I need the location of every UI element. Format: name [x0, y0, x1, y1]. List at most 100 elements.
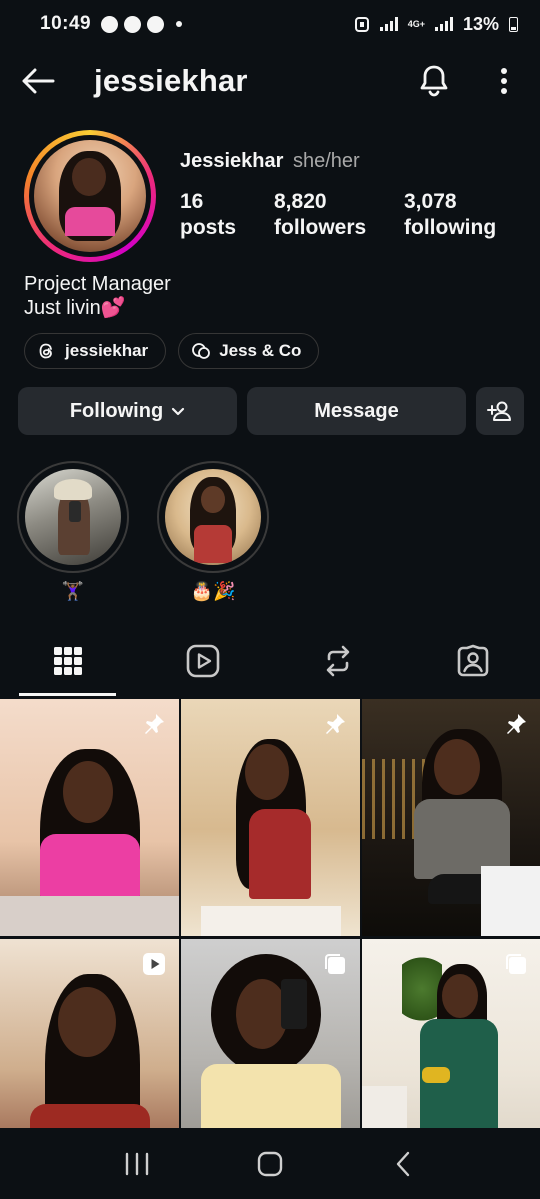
- followers-label: followers: [274, 216, 367, 239]
- snapchat-icon: [101, 15, 119, 33]
- message-button[interactable]: Message: [247, 387, 466, 435]
- recent-apps-button[interactable]: [107, 1139, 167, 1189]
- following-button[interactable]: Following: [18, 387, 237, 435]
- highlight-dress-shape: [193, 524, 233, 564]
- post-figure-face: [442, 974, 478, 1018]
- tab-tagged[interactable]: [405, 630, 540, 692]
- bio-line: Just livin💕: [24, 297, 126, 319]
- chevron-down-icon: [172, 407, 185, 415]
- posts-stat[interactable]: 16 posts: [180, 189, 274, 241]
- following-count: 3,078: [404, 190, 457, 213]
- post-figure-face: [245, 744, 289, 800]
- post-bench-shape: [201, 906, 341, 936]
- avatar-face-shape: [72, 157, 106, 196]
- system-navigation-bar: [0, 1128, 540, 1199]
- profile-bio: Project Manager Just livin💕: [24, 272, 171, 320]
- profile-links: jessiekhar Jess & Co: [24, 333, 320, 369]
- tab-posts[interactable]: [0, 630, 135, 696]
- bell-icon: [420, 65, 448, 97]
- profile-actions: Following Message: [18, 387, 524, 435]
- channel-name: Jess & Co: [219, 341, 302, 360]
- post-thumbnail[interactable]: [181, 699, 360, 936]
- carousel-icon: [503, 951, 529, 977]
- threads-handle: jessiekhar: [65, 341, 149, 360]
- more-options-button[interactable]: [486, 61, 522, 101]
- highlight-face-shape: [201, 486, 225, 514]
- profile-avatar[interactable]: [24, 130, 156, 262]
- followers-stat[interactable]: 8,820 followers: [274, 189, 404, 241]
- system-back-button[interactable]: [373, 1139, 433, 1189]
- status-right: 4G+ 13%: [354, 14, 518, 35]
- highlight-item[interactable]: 🎂🎉: [157, 461, 269, 605]
- tab-reels[interactable]: [135, 630, 270, 692]
- threads-icon: [37, 341, 57, 361]
- reposts-icon: [326, 645, 349, 677]
- network-type: 4G+: [407, 18, 425, 29]
- profile-name: Jessiekhar: [180, 150, 284, 172]
- profile-header: jessiekhar: [0, 52, 540, 110]
- highlight-cover: [17, 461, 129, 573]
- status-bar: 10:49 4G+ 13%: [0, 0, 540, 48]
- profile-name-row: Jessiekhar she/her: [180, 150, 360, 173]
- more-notifications-icon: [176, 21, 183, 27]
- back-button[interactable]: [18, 61, 58, 101]
- page-title: jessiekhar: [94, 63, 248, 98]
- posts-grid: [0, 699, 540, 1176]
- suggested-users-button[interactable]: [476, 387, 524, 435]
- whatsapp-icon: [124, 15, 142, 33]
- post-thumbnail[interactable]: [0, 699, 179, 936]
- posts-count: 16: [180, 190, 204, 213]
- battery-icon: [509, 16, 518, 32]
- avatar-top-shape: [65, 207, 115, 237]
- more-vertical-icon: [501, 68, 507, 94]
- carousel-icon: [322, 951, 348, 977]
- pronouns: she/her: [292, 150, 360, 172]
- tab-reposts[interactable]: [270, 630, 405, 692]
- highlight-label: 🎂🎉: [190, 581, 236, 601]
- post-figure-face: [434, 739, 480, 795]
- snapchat-icon: [147, 15, 165, 33]
- notifications-button[interactable]: [416, 61, 452, 101]
- highlight-phone-shape: [69, 500, 81, 522]
- recent-apps-icon: [125, 1152, 148, 1175]
- broadcast-channel-link[interactable]: Jess & Co: [178, 333, 320, 369]
- signal-icon: [434, 17, 453, 31]
- signal-icon: [379, 17, 398, 31]
- following-label: following: [404, 216, 497, 239]
- pin-icon: [503, 711, 529, 737]
- post-figure-face: [63, 761, 113, 823]
- story-highlights: 🏋🏾‍♀️ 🎂🎉: [17, 461, 269, 605]
- battery-percent: 13%: [462, 13, 499, 34]
- home-button[interactable]: [240, 1139, 300, 1189]
- following-stat[interactable]: 3,078 following: [404, 189, 524, 241]
- profile-tabs: [0, 630, 540, 696]
- highlight-label: 🏋🏾‍♀️: [61, 581, 85, 601]
- highlight-image: [25, 469, 121, 565]
- tagged-icon: [457, 644, 488, 677]
- highlight-item[interactable]: 🏋🏾‍♀️: [17, 461, 129, 605]
- post-thumbnail[interactable]: [362, 699, 540, 936]
- notification-icons: [101, 15, 183, 33]
- add-person-icon: [487, 401, 511, 421]
- post-phone-shape: [281, 979, 307, 1029]
- profile-stats: 16 posts 8,820 followers 3,078 following: [180, 189, 524, 241]
- following-button-label: Following: [69, 399, 164, 422]
- pin-icon: [141, 711, 167, 737]
- pin-icon: [322, 711, 348, 737]
- message-button-label: Message: [314, 399, 399, 422]
- post-sign-shape: [481, 866, 540, 936]
- highlight-cover: [157, 461, 269, 573]
- home-icon: [257, 1151, 283, 1176]
- bio-line: Project Manager: [24, 273, 171, 295]
- chevron-left-icon: [397, 1151, 410, 1176]
- post-bag-shape: [422, 1067, 450, 1083]
- highlight-cap-shape: [53, 478, 93, 500]
- post-table-shape: [0, 896, 179, 936]
- avatar-ring-gap: [29, 135, 151, 257]
- post-figure-face: [58, 987, 116, 1057]
- avatar-image: [34, 140, 146, 252]
- threads-link[interactable]: jessiekhar: [24, 333, 167, 369]
- grid-icon: [53, 647, 82, 675]
- post-figure-dress: [249, 809, 311, 899]
- post-plant-shape: [402, 949, 442, 1029]
